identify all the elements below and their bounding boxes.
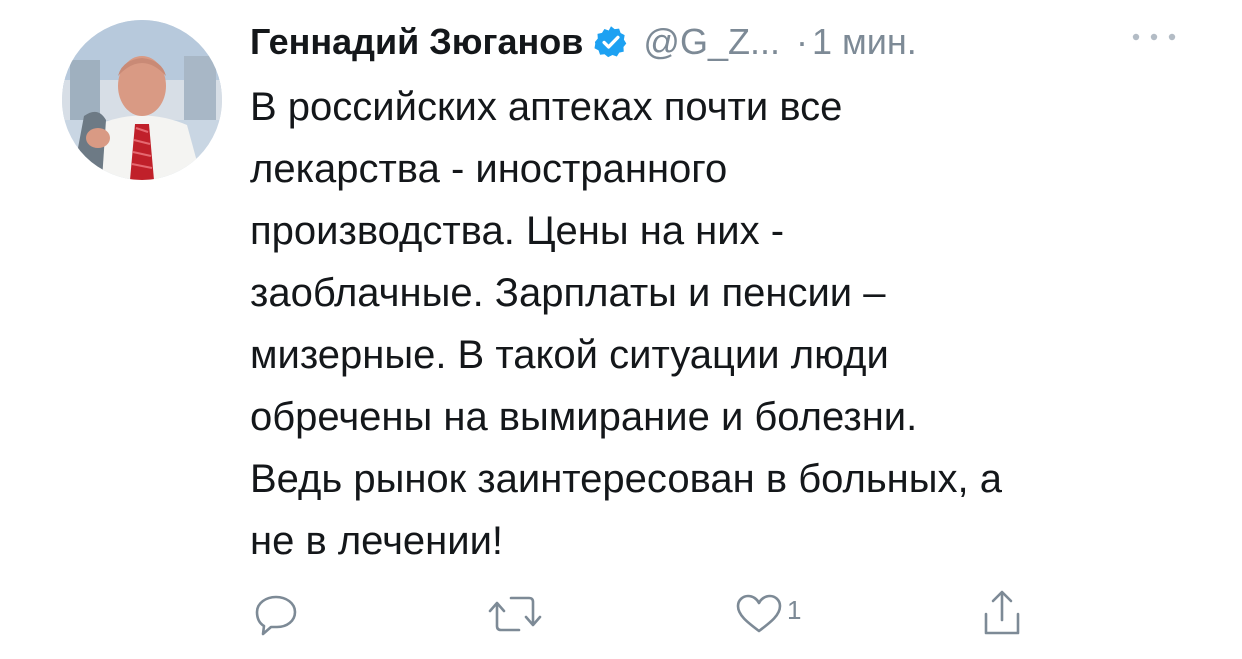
tweet-text-line: не в лечении! — [250, 519, 504, 563]
tweet-text: В российских аптеках почти все лекарства… — [250, 76, 1210, 572]
user-handle[interactable]: @G_Z... — [643, 21, 780, 63]
heart-icon — [736, 594, 782, 633]
verified-badge-icon — [594, 26, 627, 58]
share-icon — [984, 590, 1020, 635]
tweet-text-line: мизерные. В такой ситуации люди — [250, 333, 889, 377]
tweet-text-line: производства. Цены на них - — [250, 209, 785, 253]
more-options-icon[interactable] — [1128, 22, 1180, 52]
share-button[interactable] — [976, 588, 1028, 640]
tweet-text-line: Ведь рынок заинтересован в больных, а — [250, 457, 1002, 501]
avatar-photo — [62, 20, 222, 180]
reply-button[interactable] — [250, 588, 302, 640]
like-button[interactable]: 1 — [733, 588, 801, 640]
header-separator: · — [795, 21, 808, 62]
tweet-text-line: В российских аптеках почти все — [250, 85, 843, 129]
tweet-text-line: лекарства - иностранного — [250, 147, 728, 191]
tweet-text-line: заоблачные. Зарплаты и пенсии – — [250, 271, 886, 315]
like-count: 1 — [787, 594, 802, 625]
tweet-actions: 1 — [250, 588, 1210, 640]
tweet-timestamp[interactable]: 1 мин. — [812, 21, 917, 63]
retweet-icon — [488, 596, 542, 632]
tweet-text-line: обречены на вымирание и болезни. — [250, 395, 918, 439]
display-name[interactable]: Геннадий Зюганов — [250, 21, 583, 63]
reply-icon — [255, 595, 297, 636]
tweet[interactable]: Геннадий Зюганов @G_Z... · 1 мин. В росс… — [0, 0, 1242, 659]
avatar[interactable] — [62, 20, 222, 180]
tweet-header: Геннадий Зюганов @G_Z... · 1 мин. — [250, 14, 917, 70]
retweet-button[interactable] — [487, 588, 543, 640]
